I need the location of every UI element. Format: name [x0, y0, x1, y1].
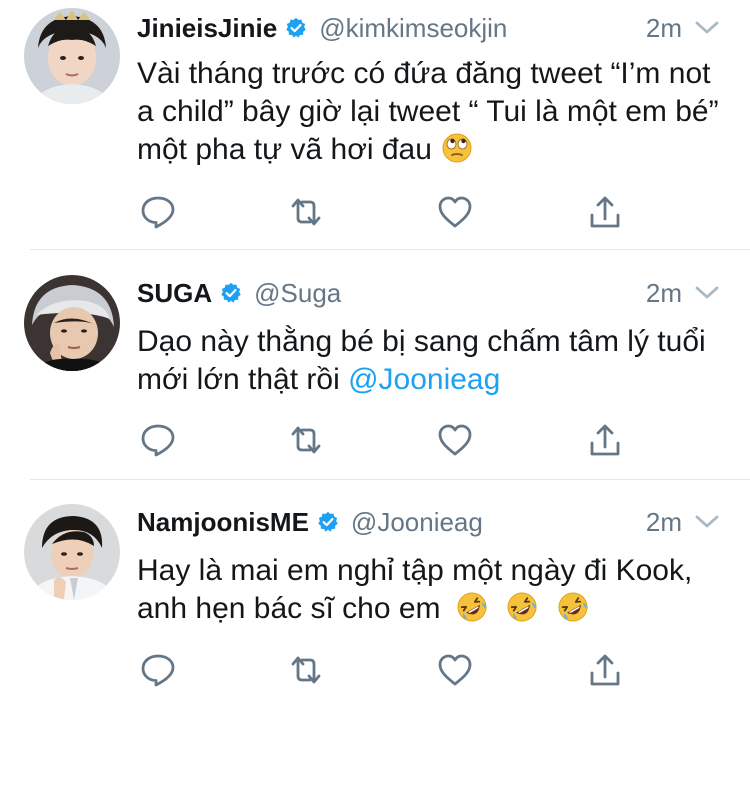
user-handle[interactable]: @Suga	[254, 278, 341, 309]
tweet-item[interactable]: JinieisJinie @kimkimseokjin 2m Vài tháng…	[0, 0, 750, 250]
tweet-item[interactable]: SUGA @Suga 2m Dạo này thằng bé bị sang c…	[0, 250, 750, 480]
like-icon[interactable]	[437, 422, 473, 458]
mention-link[interactable]: @Joonieag	[348, 363, 500, 396]
avatar[interactable]	[24, 504, 120, 600]
retweet-icon[interactable]	[288, 422, 324, 458]
retweet-icon[interactable]	[288, 194, 324, 230]
tweet-actions	[140, 422, 620, 458]
tweet-text: Hay là mai em nghỉ tập một ngày đi Kook,…	[137, 552, 727, 628]
tweet-body: Vài tháng trước có đứa đăng tweet “I’m n…	[137, 57, 719, 166]
display-name[interactable]: NamjoonisME	[137, 507, 309, 538]
display-name[interactable]: SUGA	[137, 278, 212, 309]
like-icon[interactable]	[437, 194, 473, 230]
tweet-actions	[140, 652, 620, 688]
tweet-text: Vài tháng trước có đứa đăng tweet “I’m n…	[137, 55, 727, 169]
retweet-icon[interactable]	[288, 652, 324, 688]
reply-icon[interactable]	[140, 422, 176, 458]
chevron-down-icon[interactable]	[694, 16, 720, 40]
chevron-down-icon[interactable]	[694, 510, 720, 534]
tweet-text: Dạo này thằng bé bị sang chấm tâm lý tuổ…	[137, 323, 727, 399]
face-with-rolling-eyes-emoji	[442, 133, 472, 163]
display-name[interactable]: JinieisJinie	[137, 13, 277, 44]
rolling-on-floor-laughing-emoji	[558, 592, 588, 622]
tweet-item[interactable]: NamjoonisME @Joonieag 2m Hay là mai em n…	[0, 480, 750, 791]
user-handle[interactable]: @Joonieag	[351, 507, 483, 538]
reply-icon[interactable]	[140, 652, 176, 688]
rolling-on-floor-laughing-emoji	[457, 592, 487, 622]
timestamp[interactable]: 2m	[646, 273, 682, 313]
timestamp[interactable]: 2m	[646, 502, 682, 542]
reply-icon[interactable]	[140, 194, 176, 230]
verified-badge-icon	[317, 511, 339, 533]
user-handle[interactable]: @kimkimseokjin	[319, 13, 507, 44]
share-icon[interactable]	[587, 652, 623, 688]
verified-badge-icon	[220, 282, 242, 304]
avatar[interactable]	[24, 8, 120, 104]
timestamp[interactable]: 2m	[646, 8, 682, 48]
chevron-down-icon[interactable]	[694, 281, 720, 305]
avatar[interactable]	[24, 275, 120, 371]
tweet-actions	[140, 194, 620, 230]
rolling-on-floor-laughing-emoji	[507, 592, 537, 622]
verified-badge-icon	[285, 17, 307, 39]
share-icon[interactable]	[587, 422, 623, 458]
like-icon[interactable]	[437, 652, 473, 688]
share-icon[interactable]	[587, 194, 623, 230]
tweet-body: Hay là mai em nghỉ tập một ngày đi Kook,…	[137, 554, 693, 625]
